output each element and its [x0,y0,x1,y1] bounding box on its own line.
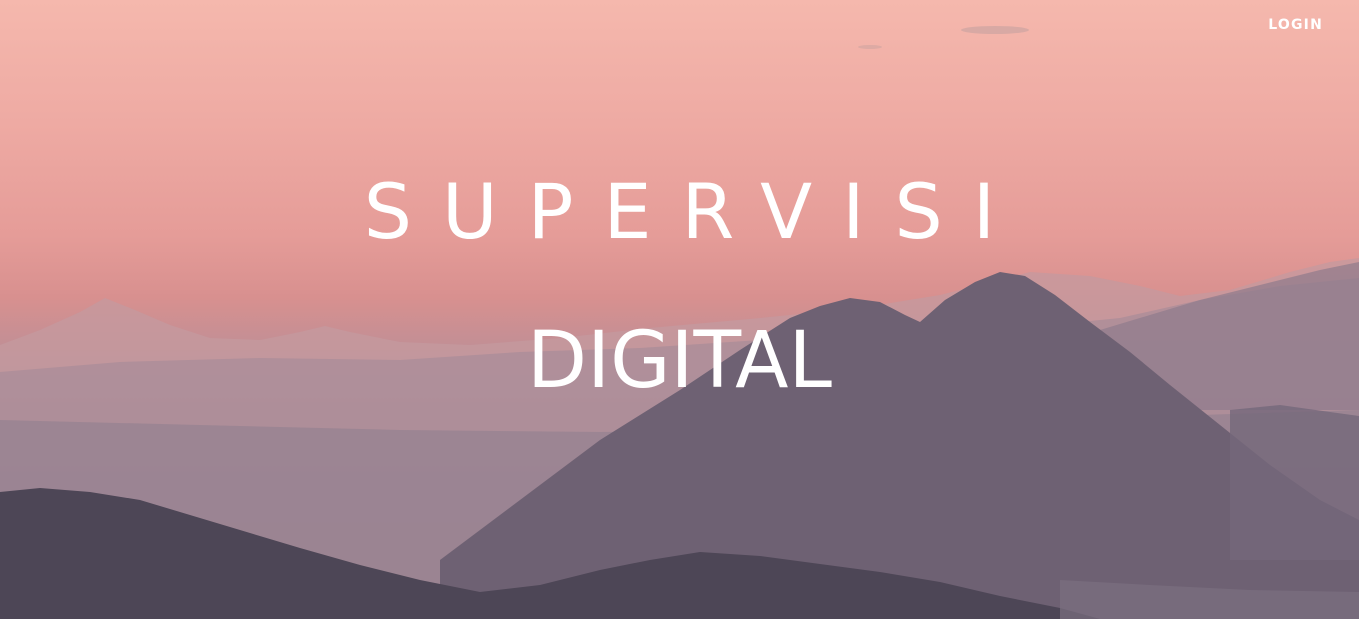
login-link[interactable]: LOGIN [1268,17,1323,33]
cloud [961,26,1029,34]
hero-title-line-1: SUPERVISI [363,167,1026,256]
right-slope [1230,405,1359,560]
cloud [858,45,882,49]
mountain-landscape-background [0,26,1359,619]
hero-title-line-2: DIGITAL [527,316,832,406]
hero-banner: LOGIN SUPERVISI DIGITAL [0,0,1359,619]
